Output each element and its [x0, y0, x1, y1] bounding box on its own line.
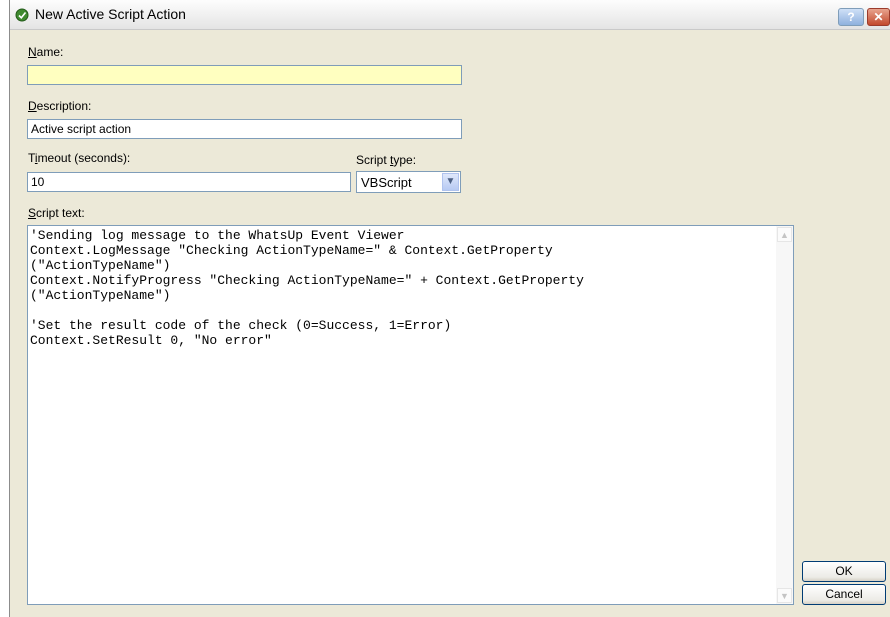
- timeout-input[interactable]: [27, 172, 351, 192]
- title-bar[interactable]: New Active Script Action ? ✕: [10, 0, 890, 30]
- help-icon: ?: [847, 10, 855, 24]
- dialog-window: New Active Script Action ? ✕ Name: Descr…: [9, 0, 890, 617]
- help-button[interactable]: ?: [838, 8, 864, 26]
- scroll-up-icon[interactable]: ▲: [777, 227, 792, 242]
- script-text-content[interactable]: 'Sending log message to the WhatsUp Even…: [30, 228, 770, 348]
- timeout-label: Timeout (seconds):: [28, 151, 131, 165]
- chevron-down-icon[interactable]: ▼: [442, 173, 459, 191]
- window-title: New Active Script Action: [35, 6, 186, 22]
- script-type-label: Script type:: [356, 153, 417, 167]
- script-text-label: Script text:: [28, 206, 85, 220]
- vertical-scrollbar[interactable]: ▲ ▼: [776, 226, 793, 604]
- close-button[interactable]: ✕: [867, 8, 890, 26]
- cancel-button[interactable]: Cancel: [802, 584, 886, 605]
- script-text-editor[interactable]: 'Sending log message to the WhatsUp Even…: [27, 225, 794, 605]
- scroll-down-icon[interactable]: ▼: [777, 588, 792, 603]
- ok-button[interactable]: OK: [802, 561, 886, 582]
- description-input[interactable]: [27, 119, 462, 139]
- script-type-select[interactable]: VBScript ▼: [356, 171, 461, 193]
- app-icon: [15, 8, 29, 22]
- name-label: Name:: [28, 45, 64, 59]
- close-icon: ✕: [873, 10, 884, 24]
- script-type-value: VBScript: [361, 175, 412, 190]
- description-label: Description:: [28, 99, 92, 113]
- name-input[interactable]: [27, 65, 462, 85]
